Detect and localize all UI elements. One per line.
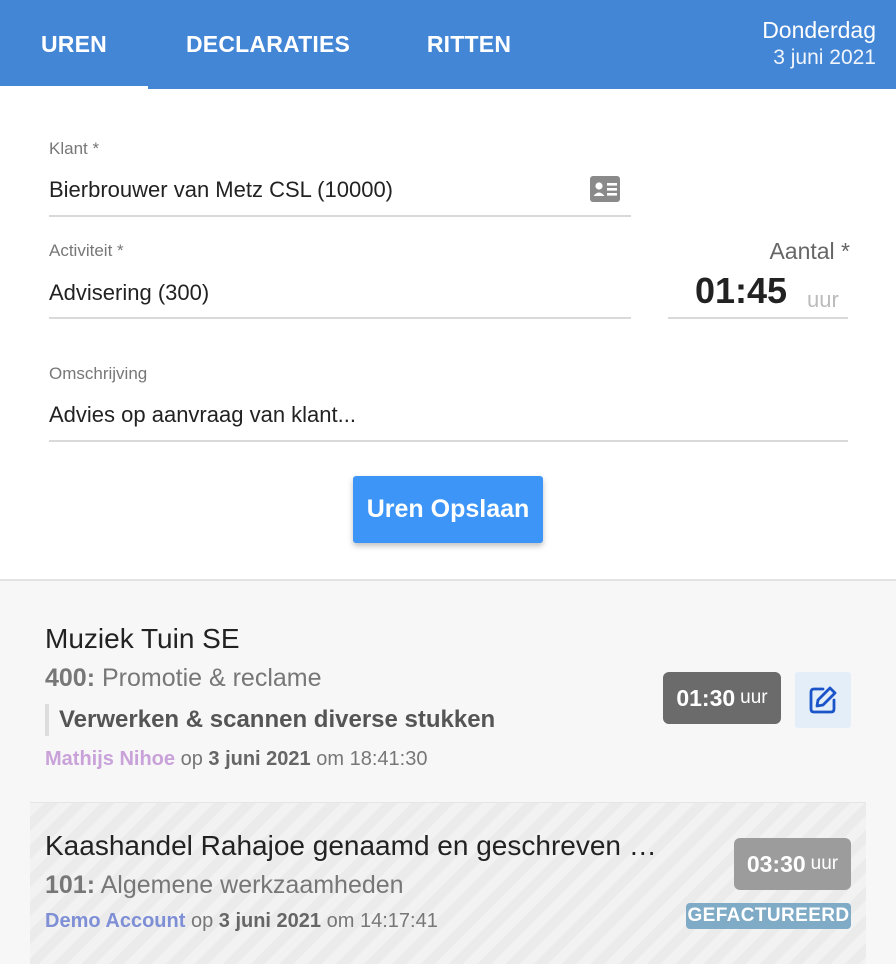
entry-meta: Demo Account op 3 juni 2021 om 14:17:41 <box>45 910 438 933</box>
omschrijving-field[interactable]: Advies op aanvraag van klant... <box>49 402 356 428</box>
entry-op: op <box>190 910 214 932</box>
tab-uren[interactable]: UREN <box>0 0 148 89</box>
entry-om: om <box>316 748 345 770</box>
hours-badge: 03:30 uur <box>734 838 851 890</box>
entry-date: 3 juni 2021 <box>218 910 322 932</box>
entry-meta: Mathijs Nihoe op 3 juni 2021 om 18:41:30 <box>45 748 427 771</box>
entry-time: 18:41:30 <box>349 748 428 770</box>
entry-description: Verwerken & scannen diverse stukken <box>45 704 495 736</box>
edit-icon <box>809 686 837 714</box>
hours-value: 01:30 <box>676 684 736 711</box>
hours-badge: 01:30 uur <box>663 672 781 724</box>
current-day: Donderdag <box>762 17 876 43</box>
active-tab-indicator <box>0 86 148 89</box>
entry-activity: 400: Promotie & reclame <box>45 664 322 693</box>
entry-user[interactable]: Mathijs Nihoe <box>45 748 175 770</box>
activity-code: 400: <box>45 664 96 692</box>
omschrijving-label: Omschrijving <box>49 364 148 383</box>
save-hours-button[interactable]: Uren Opslaan <box>353 476 543 543</box>
activiteit-underline <box>49 317 631 319</box>
activiteit-label: Activiteit * <box>49 241 124 260</box>
activity-name: Promotie & reclame <box>102 664 322 692</box>
hours-unit: uur <box>740 687 768 708</box>
activiteit-field[interactable]: Advisering (300) <box>49 280 209 306</box>
edit-entry-button[interactable] <box>795 672 851 728</box>
entry-activity: 101: Algemene werkzaamheden <box>45 871 404 900</box>
entry-client: Kaashandel Rahajoe genaamd en geschreven… <box>45 830 657 861</box>
entry-time: 14:17:41 <box>359 910 438 932</box>
current-date-value: 3 juni 2021 <box>773 46 876 69</box>
entry-date: 3 juni 2021 <box>208 748 311 770</box>
entry-client: Muziek Tuin SE <box>45 623 240 654</box>
tab-ritten[interactable]: RITTEN <box>388 0 550 89</box>
status-badge: GEFACTUREERD <box>686 903 851 929</box>
klant-underline <box>49 215 631 217</box>
current-date: Donderdag 3 juni 2021 <box>762 16 876 72</box>
top-nav-bar: UREN DECLARATIES RITTEN Donderdag 3 juni… <box>0 0 896 89</box>
klant-field[interactable]: Bierbrouwer van Metz CSL (10000) <box>49 177 393 203</box>
entry-om: om <box>326 910 355 932</box>
tab-declaraties[interactable]: DECLARATIES <box>148 0 388 89</box>
activity-name: Algemene werkzaamheden <box>100 871 404 899</box>
aantal-underline <box>668 317 848 319</box>
contact-card-icon[interactable] <box>590 176 620 202</box>
hours-unit: uur <box>810 853 839 874</box>
entry-user[interactable]: Demo Account <box>45 910 185 932</box>
aantal-label: Aantal * <box>769 238 850 264</box>
activity-code: 101: <box>45 871 96 899</box>
aantal-field[interactable]: 01:45 <box>695 270 787 312</box>
aantal-unit: uur <box>807 287 839 312</box>
omschrijving-underline <box>49 440 848 442</box>
klant-label: Klant * <box>49 139 100 158</box>
hours-value: 03:30 <box>746 850 806 877</box>
entry-op: op <box>180 748 203 770</box>
